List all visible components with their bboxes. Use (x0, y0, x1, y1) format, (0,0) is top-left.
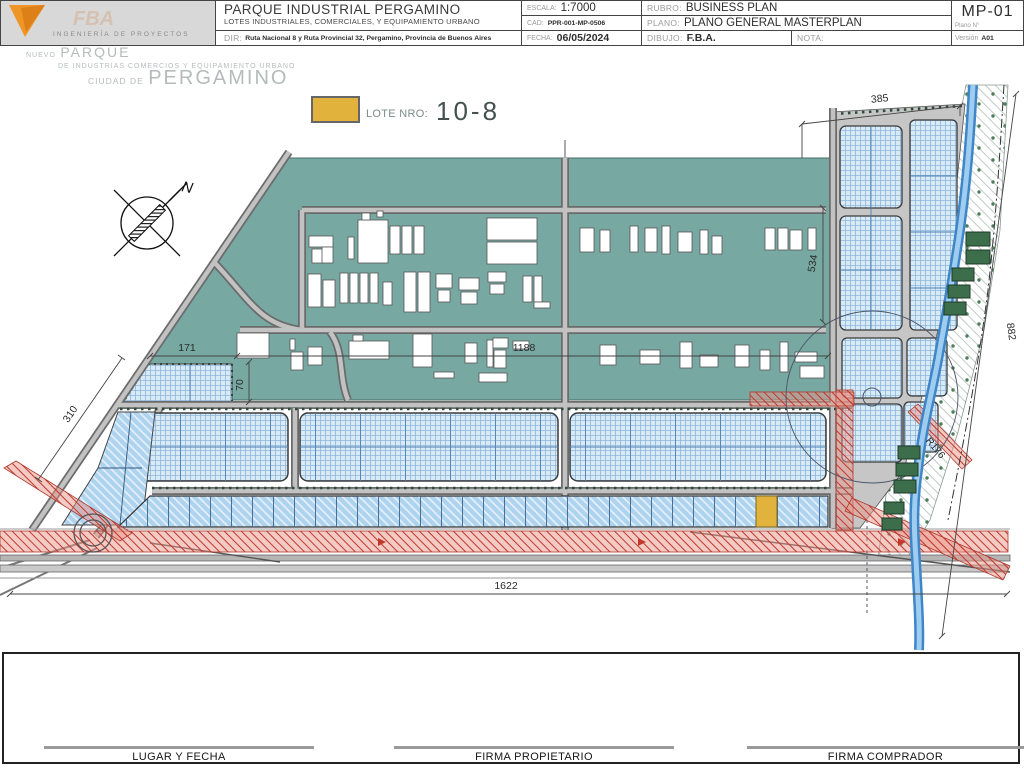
dim-882: 882 (1004, 322, 1018, 341)
masterplan-drawing: N 385 534 882 1188 171 70 310 1622 R176 (0, 46, 1024, 652)
signature-field-firma-comprador: FIRMA COMPRADOR (747, 746, 1024, 763)
escala-label: ESCALA: (527, 5, 557, 12)
signature-label: LUGAR Y FECHA (132, 751, 225, 763)
masterplan-sheet: { "title_block": { "logo": {"company": "… (0, 0, 1024, 768)
version-label: Versión (955, 35, 978, 42)
escala-value: 1:7000 (561, 2, 596, 14)
dibujo-label: DIBUJO: (647, 33, 683, 43)
industrial-lot-blocks (128, 413, 826, 481)
sheet-number-cell: MP-01 Plano N° Versión A01 (952, 1, 1023, 45)
rubro-value: BUSINESS PLAN (686, 2, 777, 14)
signature-box: LUGAR Y FECHA FIRMA PROPIETARIO FIRMA CO… (2, 652, 1020, 764)
cad-label: CAD: (527, 20, 544, 27)
dir-label: DIR: (224, 33, 242, 43)
sheet-number-label: Plano N° (955, 22, 980, 29)
nota-label: NOTA: (797, 33, 824, 43)
plano-label: PLANO: (647, 18, 680, 28)
dim-171: 171 (178, 342, 196, 354)
fecha-label: FECHA: (527, 35, 553, 42)
dim-310: 310 (61, 404, 81, 425)
north-label: N (180, 178, 194, 197)
signature-field-lugar-fecha: LUGAR Y FECHA (44, 746, 314, 763)
cad-value: PPR-001-MP-0506 (548, 20, 605, 27)
version-value: A01 (981, 35, 993, 42)
dir-value: Ruta Nacional 8 y Ruta Provincial 32, Pe… (245, 35, 491, 42)
company-logo-icon: FBA INGENIERÍA DE PROYECTOS (1, 1, 213, 44)
dibujo-value: F.B.A. (687, 32, 716, 44)
title-block: FBA INGENIERÍA DE PROYECTOS PARQUE INDUS… (0, 0, 1024, 46)
dim-1188: 1188 (513, 342, 536, 354)
company-logo: FBA INGENIERÍA DE PROYECTOS (1, 1, 216, 45)
plano-value: PLANO GENERAL MASTERPLAN (684, 17, 862, 29)
dim-70: 70 (234, 379, 246, 391)
fecha-value: 06/05/2024 (557, 32, 610, 44)
signature-label: FIRMA COMPRADOR (828, 751, 943, 763)
small-lot-strip (118, 496, 828, 527)
dim-1622: 1622 (494, 580, 518, 592)
signature-field-firma-propietario: FIRMA PROPIETARIO (394, 746, 674, 763)
north-compass-icon: N (114, 178, 194, 256)
logo-company-text: FBA (73, 8, 114, 30)
sheet-code: MP-01 (952, 3, 1023, 21)
project-title: PARQUE INDUSTRIAL PERGAMINO (224, 2, 513, 17)
logo-tagline: INGENIERÍA DE PROYECTOS (53, 29, 190, 38)
selected-lot-10-8 (756, 496, 777, 527)
project-title-cell: PARQUE INDUSTRIAL PERGAMINO LOTES INDUST… (216, 1, 522, 45)
scale-cad-date-cell: ESCALA: 1:7000 CAD: PPR-001-MP-0506 FECHA:… (522, 1, 642, 45)
signature-label: FIRMA PROPIETARIO (475, 751, 593, 763)
rubro-plano-cell: RUBRO: BUSINESS PLAN PLANO: PLANO GENERAL … (642, 1, 952, 45)
dim-385: 385 (870, 92, 889, 106)
project-subtitle: LOTES INDUSTRIALES, COMERCIALES, Y EQUIP… (224, 17, 513, 26)
rubro-label: RUBRO: (647, 3, 682, 13)
